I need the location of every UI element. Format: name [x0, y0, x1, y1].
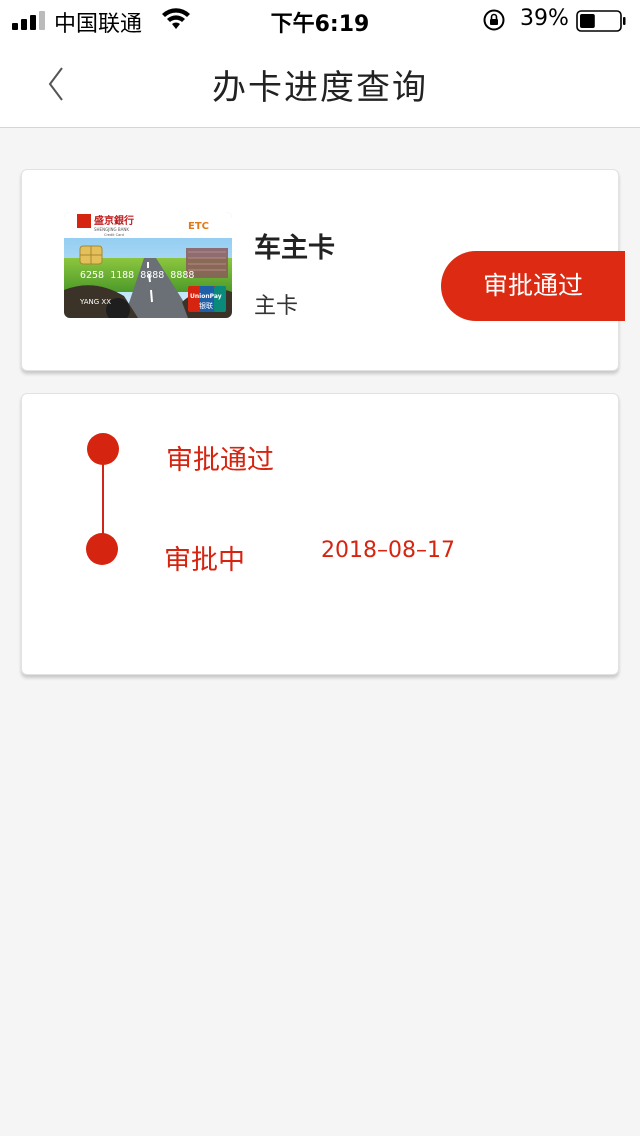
navigation-bar: 办卡进度查询 [0, 40, 640, 128]
card-panel[interactable]: 盛京銀行 SHENGJING BANK Credit Card ETC 6258… [21, 169, 625, 371]
card-holder: YANG XX [79, 298, 111, 306]
timeline-step-label: 审批中 [164, 545, 245, 576]
timeline-step-label: 审批通过 [166, 445, 274, 476]
rotation-lock-icon [483, 9, 505, 31]
card-type: 主卡 [254, 294, 299, 319]
card-sub-label: Credit Card [104, 233, 124, 237]
progress-timeline: 审批通过 审批中 2018–08–17 [21, 393, 619, 675]
status-bar: 中国联通 下午6:19 39% [0, 0, 640, 40]
card-etc-tag: ETC [188, 221, 209, 232]
card-image: 盛京銀行 SHENGJING BANK Credit Card ETC 6258… [64, 212, 232, 318]
card-name: 车主卡 [254, 233, 335, 264]
card-number: 6258 1188 8888 8888 [80, 270, 194, 281]
page-title: 办卡进度查询 [212, 68, 428, 108]
card-network: UnionPay [190, 293, 222, 300]
card-bank-en: SHENGJING BANK [94, 227, 129, 232]
card-network-cn: 银联 [199, 301, 213, 310]
timeline-step-date: 2018–08–17 [321, 538, 455, 563]
timeline-dot [86, 533, 118, 565]
battery-percent: 39% [520, 6, 569, 31]
card-illustration: 盛京銀行 SHENGJING BANK Credit Card ETC 6258… [64, 212, 232, 318]
battery-icon [576, 10, 626, 32]
card-bank-name: 盛京銀行 [94, 214, 134, 227]
timeline-dot [87, 433, 119, 465]
page: 中国联通 下午6:19 39% 办卡进度查询 盛京銀行 SHENGJING BA… [0, 0, 640, 1136]
status-badge: 审批通过 [441, 251, 625, 321]
